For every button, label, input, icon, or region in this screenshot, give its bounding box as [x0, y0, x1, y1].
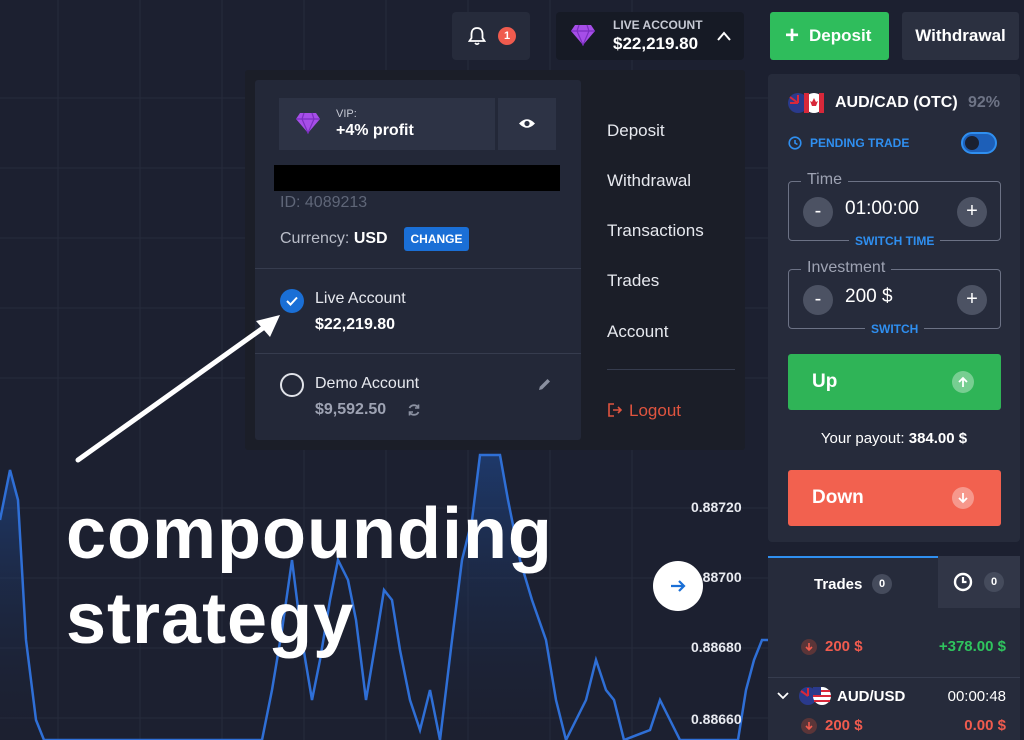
- trade-row-amount: 200 $: [825, 638, 863, 655]
- vip-profit: +4% profit: [336, 122, 414, 139]
- pending-count-badge: 0: [984, 572, 1004, 592]
- time-decrease-button[interactable]: -: [803, 197, 833, 227]
- trades-panel: Trades 0 0 200 $ +378.00 $ AUD/USD 00:00…: [768, 556, 1020, 740]
- tab-trades-label: Trades: [814, 576, 863, 593]
- time-increase-button[interactable]: +: [957, 197, 987, 227]
- account-type-label: LIVE ACCOUNT: [613, 18, 703, 32]
- payout-row: Your payout: 384.00 $: [768, 430, 1020, 447]
- asset-payout-percent: 92%: [968, 94, 1001, 111]
- pending-trade-toggle[interactable]: [961, 132, 997, 154]
- currency-value: USD: [353, 230, 388, 247]
- overlay-title-line2: strategy: [66, 579, 355, 659]
- clock-icon: [953, 572, 973, 592]
- scroll-to-latest-button[interactable]: [653, 561, 703, 611]
- menu-item-trades[interactable]: Trades: [607, 271, 659, 291]
- investment-label: Investment: [801, 259, 892, 277]
- arrow-down-icon: [801, 639, 817, 655]
- currency-pair-flags-icon: [799, 687, 831, 705]
- deposit-button[interactable]: + Deposit: [770, 12, 889, 60]
- refresh-icon[interactable]: [407, 403, 421, 417]
- annotation-arrow: [75, 315, 280, 463]
- investment-increase-button[interactable]: +: [957, 285, 987, 315]
- notifications-button[interactable]: 1: [452, 12, 530, 60]
- demo-account-name[interactable]: Demo Account: [315, 375, 419, 393]
- trades-count-badge: 0: [872, 574, 892, 594]
- toggle-knob: [965, 136, 979, 150]
- price-axis-label: 0.88660: [691, 711, 742, 727]
- currency-row: Currency: USD: [280, 230, 388, 248]
- tab-pending[interactable]: 0: [938, 556, 1020, 608]
- pencil-icon[interactable]: [537, 377, 552, 392]
- switch-investment-button[interactable]: SWITCH: [865, 322, 925, 336]
- payout-value: 384.00 $: [908, 430, 968, 447]
- trade-row-profit: 0.00 $: [964, 717, 1006, 734]
- down-label: Down: [812, 487, 864, 508]
- divider: [255, 268, 581, 269]
- account-switcher-button[interactable]: LIVE ACCOUNT $22,219.80: [556, 12, 744, 60]
- account-info-card: VIP: +4% profit ID: 4089213 Currency: US…: [255, 80, 581, 440]
- notification-badge: 1: [498, 27, 516, 45]
- vip-status: VIP: +4% profit: [279, 98, 495, 150]
- divider: [768, 677, 1020, 678]
- divider: [607, 369, 735, 370]
- live-account-balance: $22,219.80: [315, 316, 396, 333]
- price-axis-label: 0.88720: [691, 499, 742, 515]
- logout-button[interactable]: Logout: [607, 401, 681, 421]
- bell-icon: [468, 27, 486, 46]
- diamond-icon: [296, 112, 320, 134]
- chevron-down-icon[interactable]: [777, 692, 789, 700]
- chevron-up-icon: [717, 31, 731, 41]
- deposit-label: Deposit: [809, 26, 872, 45]
- divider: [255, 353, 581, 354]
- trade-row-profit: +378.00 $: [938, 638, 1006, 655]
- arrow-down-icon: [952, 487, 974, 509]
- up-label: Up: [812, 371, 838, 392]
- arrow-right-icon: [671, 580, 686, 592]
- time-label: Time: [801, 171, 848, 189]
- vip-label: VIP:: [336, 108, 357, 120]
- currency-label: Currency:: [280, 230, 350, 247]
- eye-icon: [519, 119, 535, 128]
- trade-panel: AUD/CAD (OTC) 92% PENDING TRADE Time - 0…: [768, 74, 1020, 542]
- logout-label: Logout: [629, 401, 681, 420]
- price-area: [0, 470, 44, 740]
- clock-icon: [788, 136, 802, 150]
- trade-row-timer: 00:00:48: [947, 688, 1006, 705]
- menu-item-deposit[interactable]: Deposit: [607, 121, 665, 141]
- arrow-down-icon: [801, 718, 817, 734]
- trade-row-amount: 200 $: [825, 717, 863, 734]
- account-balance: $22,219.80: [613, 34, 699, 53]
- account-dropdown: VIP: +4% profit ID: 4089213 Currency: US…: [245, 70, 745, 450]
- arrow-up-icon: [952, 371, 974, 393]
- account-id: ID: 4089213: [280, 194, 368, 211]
- investment-field[interactable]: Investment - 200 $ + SWITCH: [788, 259, 1001, 336]
- menu-item-withdrawal[interactable]: Withdrawal: [607, 171, 691, 191]
- payout-label: Your payout:: [820, 430, 905, 447]
- pending-trade-label: PENDING TRADE: [810, 136, 910, 150]
- up-button[interactable]: Up: [788, 354, 1001, 410]
- diamond-icon: [571, 24, 595, 46]
- switch-time-button[interactable]: SWITCH TIME: [849, 234, 941, 248]
- time-value[interactable]: 01:00:00: [845, 198, 919, 220]
- investment-decrease-button[interactable]: -: [803, 285, 833, 315]
- demo-account-balance: $9,592.50: [315, 401, 387, 418]
- tab-trades[interactable]: Trades 0: [768, 556, 938, 608]
- redacted-email: [274, 165, 560, 191]
- overlay-title-line1: compounding: [66, 494, 553, 574]
- withdrawal-button[interactable]: Withdrawal: [902, 12, 1019, 60]
- asset-name[interactable]: AUD/CAD (OTC): [835, 94, 958, 112]
- plus-icon: +: [785, 22, 800, 49]
- toggle-visibility-button[interactable]: [498, 98, 556, 150]
- menu-item-transactions[interactable]: Transactions: [607, 221, 704, 241]
- price-axis-label: 0.88680: [691, 639, 742, 655]
- trade-row-pair: AUD/USD: [837, 688, 906, 705]
- down-button[interactable]: Down: [788, 470, 1001, 526]
- investment-value[interactable]: 200 $: [845, 286, 893, 308]
- currency-pair-flags-icon: [788, 93, 824, 113]
- logout-icon: [608, 403, 623, 417]
- menu-item-account[interactable]: Account: [607, 322, 668, 342]
- time-field[interactable]: Time - 01:00:00 + SWITCH TIME: [788, 171, 1001, 248]
- live-account-name[interactable]: Live Account: [315, 290, 406, 308]
- change-currency-button[interactable]: CHANGE: [404, 227, 469, 251]
